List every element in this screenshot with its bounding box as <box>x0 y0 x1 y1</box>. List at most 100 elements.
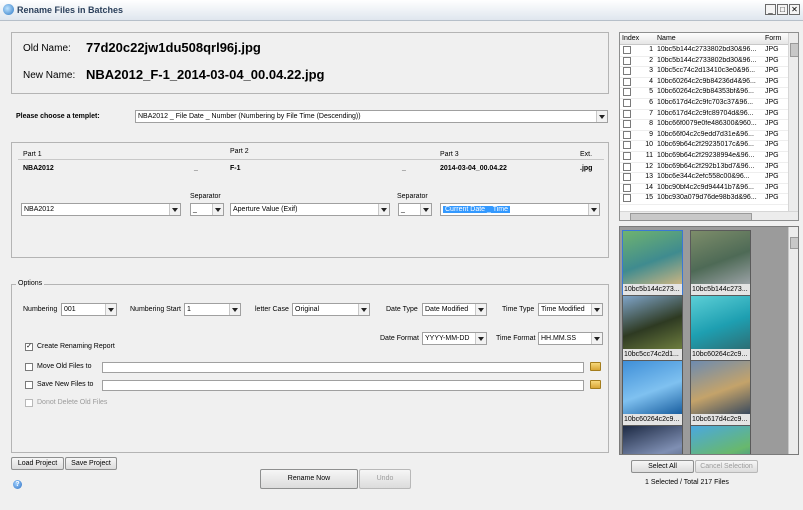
chevron-down-icon[interactable] <box>588 204 599 215</box>
row-checkbox[interactable] <box>623 152 631 160</box>
row-checkbox[interactable] <box>623 120 631 129</box>
name-column-header[interactable]: Name <box>657 35 676 42</box>
chevron-down-icon[interactable] <box>229 304 240 315</box>
save-new-path-input[interactable] <box>102 380 584 391</box>
separator1-select[interactable]: _ <box>190 203 224 216</box>
thumbnail[interactable]: 10bc60264c2c9... <box>622 360 683 426</box>
thumbnail[interactable] <box>690 425 751 454</box>
save-project-button[interactable]: Save Project <box>65 457 117 470</box>
help-icon[interactable]: ? <box>13 480 22 489</box>
chevron-down-icon[interactable] <box>475 304 486 315</box>
chevron-down-icon[interactable] <box>596 111 607 122</box>
thumbnail-image <box>691 426 750 454</box>
chevron-down-icon[interactable] <box>591 333 602 344</box>
donot-delete-checkbox[interactable] <box>25 399 33 407</box>
chevron-down-icon[interactable] <box>420 204 431 215</box>
template-select[interactable]: NBA2012 _ File Date _ Number (Numbering … <box>135 110 608 123</box>
select-all-button[interactable]: Select All <box>631 460 694 473</box>
separator2-select[interactable]: _ <box>398 203 432 216</box>
move-old-checkbox[interactable] <box>25 363 33 371</box>
thumbnail-image <box>623 361 682 414</box>
folder-icon[interactable] <box>590 362 601 371</box>
chevron-down-icon[interactable] <box>212 204 223 215</box>
thumbnail[interactable]: 10bc5cc74c2d1... <box>622 295 683 361</box>
row-checkbox[interactable] <box>623 56 631 65</box>
row-checkbox[interactable] <box>623 173 631 182</box>
rename-now-button[interactable]: Rename Now <box>260 469 358 489</box>
save-new-checkbox[interactable] <box>25 381 33 389</box>
file-list[interactable]: Index Name Form 1 10bc5b144c2733802bd30&9… <box>619 32 799 221</box>
thumbnail[interactable]: 10bc60264c2c9... <box>690 295 751 361</box>
chevron-down-icon[interactable] <box>105 304 116 315</box>
row-name: 10bc60264c2c9b84353bf&96... <box>657 88 754 96</box>
thumbnail-scrollbar[interactable] <box>788 227 798 454</box>
row-checkbox[interactable] <box>623 141 631 150</box>
thumbnail[interactable] <box>622 425 683 454</box>
time-format-select[interactable]: HH.MM.SS <box>538 332 603 345</box>
row-checkbox[interactable] <box>623 77 631 86</box>
row-checkbox[interactable] <box>623 130 631 139</box>
maximize-icon[interactable]: □ <box>777 4 788 15</box>
row-name: 10bc5b144c2733802bd30&96... <box>657 46 757 53</box>
part2-select[interactable]: Aperture Value (Exif) <box>230 203 390 216</box>
row-checkbox[interactable] <box>623 88 631 97</box>
old-name-value: 77d20c22jw1du508qrl96j.jpg <box>86 40 261 55</box>
date-type-select[interactable]: Date Modified <box>422 303 487 316</box>
chevron-down-icon[interactable] <box>591 304 602 315</box>
file-list-hscrollbar[interactable] <box>620 211 798 220</box>
row-name: 10bc66f0079e0fe486300&960... <box>657 120 757 128</box>
folder-icon[interactable] <box>590 380 601 389</box>
index-column-header[interactable]: Index <box>622 35 639 42</box>
parts-divider <box>18 159 604 160</box>
close-icon[interactable]: ✕ <box>789 4 800 15</box>
move-old-path-input[interactable] <box>102 362 584 373</box>
row-format: JPG <box>765 152 779 159</box>
numbering-start-select[interactable]: 1 <box>184 303 241 316</box>
chevron-down-icon[interactable] <box>378 204 389 215</box>
chevron-down-icon[interactable] <box>169 204 180 215</box>
undo-button[interactable]: Undo <box>359 469 411 489</box>
chevron-down-icon[interactable] <box>358 304 369 315</box>
date-format-select[interactable]: YYYY-MM-DD <box>422 332 487 345</box>
thumbnail-panel[interactable]: 10bc5b144c273... 10bc5b144c273... 10bc5cc7… <box>619 226 799 455</box>
file-list-vscrollbar[interactable] <box>788 33 798 211</box>
row-checkbox[interactable] <box>623 183 631 192</box>
list-item[interactable]: 15 10bc930a079d76de98b3d&96... JPG <box>620 193 788 205</box>
row-checkbox[interactable] <box>623 194 631 203</box>
row-checkbox[interactable] <box>623 162 631 171</box>
cancel-selection-button[interactable]: Cancel Selection <box>695 460 758 473</box>
part1-select[interactable]: NBA2012 <box>21 203 181 216</box>
row-format: JPG <box>765 109 779 117</box>
row-checkbox[interactable] <box>623 67 631 76</box>
ext-value: .jpg <box>580 165 593 172</box>
scrollbar-thumb[interactable] <box>630 213 752 220</box>
load-project-button[interactable]: Load Project <box>11 457 64 470</box>
thumbnail[interactable]: 10bc5b144c273... <box>690 230 751 296</box>
thumbnail-caption: 10bc60264c2c9... <box>623 414 682 425</box>
row-format: JPG <box>765 77 779 85</box>
scrollbar-thumb[interactable] <box>790 237 798 249</box>
chevron-down-icon[interactable] <box>475 333 486 344</box>
create-report-checkbox[interactable]: ✓ <box>25 343 33 351</box>
row-format: JPG <box>765 120 779 128</box>
donot-delete-label: Donot Delete Old Files <box>37 399 108 406</box>
date-type-label: Date Type <box>386 306 418 313</box>
thumbnail[interactable]: 10bc617d4c2c9... <box>690 360 751 426</box>
letter-case-select[interactable]: Original <box>292 303 370 316</box>
format-column-header[interactable]: Form <box>765 35 781 42</box>
numbering-select[interactable]: 001 <box>61 303 117 316</box>
row-index: 3 <box>649 67 653 75</box>
row-checkbox[interactable] <box>623 99 631 107</box>
separator1-select-value: _ <box>193 206 197 213</box>
minimize-icon[interactable]: _ <box>765 4 776 15</box>
time-type-select[interactable]: Time Modified <box>538 303 603 316</box>
row-name: 10bc617d4c2c9fc89704d&96... <box>657 109 754 117</box>
row-checkbox[interactable] <box>623 109 631 118</box>
title-bar: Rename Files in Batches _ □ ✕ <box>0 0 803 21</box>
part3-select[interactable]: Current Date _ Time <box>440 203 600 216</box>
row-checkbox[interactable] <box>623 46 631 54</box>
row-name: 10bc66f04c2c9edd7d31e&96... <box>657 130 754 138</box>
scrollbar-thumb[interactable] <box>790 43 798 57</box>
thumbnail[interactable]: 10bc5b144c273... <box>622 230 683 296</box>
row-index: 13 <box>645 173 653 181</box>
